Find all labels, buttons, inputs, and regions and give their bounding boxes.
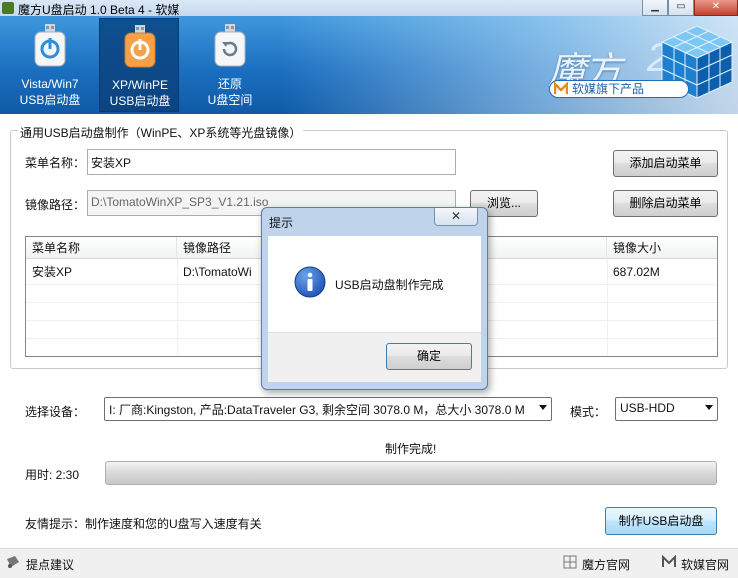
device-label: 选择设备： [25,405,86,419]
ruanmei-m-icon [554,82,568,94]
info-icon [294,266,326,298]
menu-name-input[interactable]: 安装XP [87,149,456,175]
mode-select-value: USB-HDD [620,401,675,415]
mofang-site-link[interactable]: 魔方官网 [582,556,630,573]
table-cell-name[interactable]: 安装XP [26,263,177,281]
device-select-value: I: 厂商:Kingston, 产品:DataTraveler G3, 剩余空间… [109,403,525,417]
nav-label-line1: 还原 [217,77,242,91]
nav-label-line2: USB启动盘 [109,94,171,108]
menu-name-label: 菜单名称： [25,156,86,170]
dialog-title: 提示 [269,216,294,230]
progress-status: 制作完成! [385,442,437,456]
nav-label-line1: XP/WinPE [111,78,168,92]
nav-xp-winpe[interactable]: XP/WinPE USB启动盘 [99,18,179,112]
mode-label: 模式： [570,405,607,419]
tip-text: 友情提示：制作速度和您的U盘写入速度有关 [25,517,262,531]
minimize-icon[interactable]: ▁ [642,0,668,16]
remove-menu-button[interactable]: 删除启动菜单 [613,190,718,217]
group-title: 通用USB启动盘制作（WinPE、XP系统等光盘镜像） [18,124,304,141]
dialog-close-icon[interactable]: ✕ [434,208,478,226]
feedback-icon [7,556,19,568]
device-select[interactable]: I: 厂商:Kingston, 产品:DataTraveler G3, 剩余空间… [104,397,552,421]
maximize-icon[interactable]: ▭ [668,0,694,16]
dialog-ok-button[interactable]: 确定 [386,343,472,370]
column-header-blank[interactable] [477,237,607,259]
ruanmei-icon [662,555,676,567]
feedback-link[interactable]: 提点建议 [26,556,74,573]
ruanmei-site-link[interactable]: 软媒官网 [681,556,729,573]
close-icon[interactable]: ✕ [694,0,738,16]
usb-restore-icon [214,24,246,67]
nav-label-line2: U盘空间 [207,93,253,107]
app-icon [2,2,14,14]
image-path-label: 镜像路径： [25,198,86,212]
dialog-message: USB启动盘制作完成 [335,278,444,292]
dropdown-arrow-icon [539,405,547,410]
elapsed-time: 用时: 2:30 [25,468,80,482]
usb-power-icon [124,25,156,68]
logo-tagline-badge: 软媒旗下产品 [549,80,689,98]
make-usb-button[interactable]: 制作USB启动盘 [605,507,717,535]
logo-tagline: 软媒旗下产品 [572,82,645,96]
nav-label-line1: Vista/Win7 [21,77,79,91]
mode-select[interactable]: USB-HDD [615,397,718,421]
progress-bar [105,461,717,485]
usb-power-icon [34,24,66,67]
table-cell-size[interactable]: 687.02M [607,263,717,281]
nav-restore[interactable]: 还原 U盘空间 [190,18,270,112]
nav-label-line2: USB启动盘 [19,93,81,107]
cube-small-icon [563,555,577,569]
add-menu-button[interactable]: 添加启动菜单 [613,150,718,177]
column-header-size[interactable]: 镜像大小 [607,237,717,259]
dropdown-arrow-icon [705,405,713,410]
column-header-name[interactable]: 菜单名称 [26,237,177,259]
nav-vista-win7[interactable]: Vista/Win7 USB启动盘 [10,18,90,112]
